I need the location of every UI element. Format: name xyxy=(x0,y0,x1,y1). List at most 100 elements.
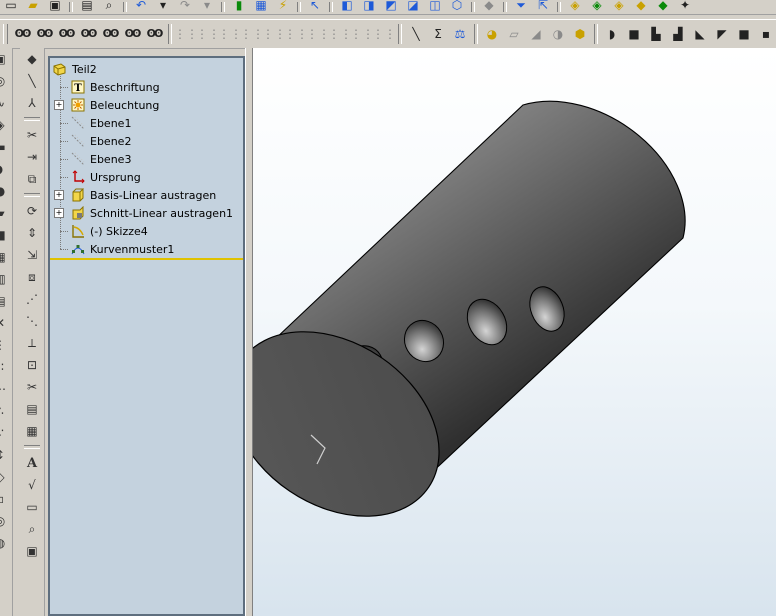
draft-icon[interactable]: ◣ xyxy=(691,25,709,43)
print-icon[interactable]: ▤ xyxy=(78,0,96,12)
view-front-icon[interactable]: ◧ xyxy=(338,0,356,12)
section-view-icon[interactable]: ◢ xyxy=(527,25,545,43)
trim-icon[interactable]: ✂ xyxy=(23,126,41,144)
align-icon[interactable]: ⋮⋮ xyxy=(372,25,396,43)
grid-icon[interactable]: ▦ xyxy=(252,0,270,12)
hole-icon[interactable]: ◤ xyxy=(713,25,731,43)
rib-feature-icon[interactable]: ▤ xyxy=(0,292,9,310)
tree-item-sketch4[interactable]: (-) Skizze4 xyxy=(70,222,148,240)
redo-icon[interactable]: ↷ xyxy=(176,0,194,12)
align-icon[interactable]: ⋮⋮ xyxy=(218,25,242,43)
shadow-icon[interactable]: ◑ xyxy=(549,25,567,43)
toolbar-grip[interactable] xyxy=(3,24,8,44)
linear-pattern-icon[interactable]: ⋰ xyxy=(23,290,41,308)
fillet-icon[interactable]: ◗ xyxy=(603,25,621,43)
tool-icon[interactable]: ▫ xyxy=(0,490,9,508)
view-right-icon[interactable]: ◪ xyxy=(404,0,422,12)
selection-filter-icon[interactable]: ⇱ xyxy=(534,0,552,12)
check-icon[interactable]: √ xyxy=(23,476,41,494)
fillet-feature-icon[interactable]: ● xyxy=(0,182,9,200)
tree-item-plane1[interactable]: Ebene1 xyxy=(70,114,131,132)
chamfer-feature-icon[interactable]: ▰ xyxy=(0,204,9,222)
tree-item-origin[interactable]: Ursprung xyxy=(70,168,141,186)
shell-icon[interactable]: ▟ xyxy=(669,25,687,43)
sum-icon[interactable]: Σ xyxy=(429,25,447,43)
line-icon[interactable]: ╲ xyxy=(23,72,41,90)
offset-icon[interactable]: ⧉ xyxy=(23,170,41,188)
appearance-icon[interactable]: ⬢ xyxy=(571,25,589,43)
mate-icon[interactable]: ʘʘ xyxy=(101,25,120,43)
zoom-icon[interactable]: ⌕ xyxy=(23,520,41,538)
tool-icon[interactable]: ◎ xyxy=(0,512,9,530)
shell-feature-icon[interactable]: ■ xyxy=(0,226,9,244)
extrude-boss-icon[interactable]: ▣ xyxy=(0,50,9,68)
tree-item-plane2[interactable]: Ebene2 xyxy=(70,132,131,150)
mate-icon[interactable]: ʘʘ xyxy=(79,25,98,43)
helix-icon[interactable]: ∷ xyxy=(0,358,9,376)
view-isometric-icon[interactable]: ⬡ xyxy=(448,0,466,12)
align-icon[interactable]: ⋮⋮ xyxy=(240,25,264,43)
chamfer-icon[interactable]: ■ xyxy=(625,25,643,43)
view-top-icon[interactable]: ◫ xyxy=(426,0,444,12)
tree-item-curve-pattern[interactable]: Kurvenmuster1 xyxy=(70,240,174,258)
new-document-icon[interactable]: ▭ xyxy=(2,0,20,12)
mass-properties-icon[interactable]: ⚖ xyxy=(451,25,469,43)
cut-revolve-icon[interactable]: ◗ xyxy=(0,160,9,178)
mate-icon[interactable]: ʘʘ xyxy=(13,25,32,43)
sketch-icon[interactable]: ◆ xyxy=(23,50,41,68)
tree-item-base-extrude[interactable]: + Basis-Linear austragen xyxy=(54,186,216,204)
rib-icon[interactable]: ▙ xyxy=(647,25,665,43)
tree-item-plane3[interactable]: Ebene3 xyxy=(70,150,131,168)
align-icon[interactable]: ⋮⋮ xyxy=(196,25,220,43)
axis-icon[interactable]: ∵ xyxy=(0,424,9,442)
save-icon[interactable]: ▣ xyxy=(46,0,64,12)
undo-icon[interactable]: ↶ xyxy=(132,0,150,12)
tree-item-lighting[interactable]: + Beleuchtung xyxy=(54,96,159,114)
mirror-icon[interactable]: ▥ xyxy=(0,270,9,288)
filter-points-icon[interactable]: ◆ xyxy=(654,0,672,12)
expand-toggle[interactable]: + xyxy=(54,100,64,110)
move-icon[interactable]: ⇕ xyxy=(23,224,41,242)
view-left-icon[interactable]: ◩ xyxy=(382,0,400,12)
extend-icon[interactable]: ⇥ xyxy=(23,148,41,166)
filter-sketch-icon[interactable]: ◆ xyxy=(632,0,650,12)
plane-view-icon[interactable]: ▱ xyxy=(505,25,523,43)
normal-to-icon[interactable]: ◆ xyxy=(480,0,498,12)
align-icon[interactable]: ⋮⋮ xyxy=(284,25,308,43)
loft-icon[interactable]: ◈ xyxy=(0,116,9,134)
scissors-icon[interactable]: ✂ xyxy=(23,378,41,396)
block-icon[interactable]: ▤ xyxy=(23,400,41,418)
feature-icon[interactable]: ▪ xyxy=(757,25,775,43)
rotate-icon[interactable]: ⟳ xyxy=(23,202,41,220)
dimension-icon[interactable]: ▭ xyxy=(23,498,41,516)
print-preview-icon[interactable]: ⌕ xyxy=(100,0,118,12)
undo-dropdown-icon[interactable]: ▾ xyxy=(154,0,172,12)
rollback-bar[interactable] xyxy=(50,258,243,260)
redo-dropdown-icon[interactable]: ▾ xyxy=(198,0,216,12)
align-icon[interactable]: ⋮⋮ xyxy=(174,25,198,43)
align-icon[interactable]: ⋮⋮ xyxy=(350,25,374,43)
filter-more-icon[interactable]: ✦ xyxy=(676,0,694,12)
tree-item-cut-extrude[interactable]: + Schnitt-Linear austragen1 xyxy=(54,204,233,222)
curve-icon[interactable]: ⋮ xyxy=(0,336,9,354)
filter-edges-icon[interactable]: ◈ xyxy=(588,0,606,12)
smart-dimension-icon[interactable]: ⚡ xyxy=(274,0,292,12)
rebuild-icon[interactable]: ▮ xyxy=(230,0,248,12)
panel-splitter[interactable] xyxy=(245,48,253,616)
tool-icon[interactable]: ◍ xyxy=(0,534,9,552)
align-icon[interactable]: ⋮⋮ xyxy=(262,25,286,43)
align-icon[interactable]: ⋮⋮ xyxy=(306,25,330,43)
model-canvas[interactable] xyxy=(253,48,776,616)
circular-pattern-icon[interactable]: ⋱ xyxy=(23,312,41,330)
dome-icon[interactable]: ✕ xyxy=(0,314,9,332)
text-icon[interactable]: A xyxy=(23,454,41,472)
filter-vertices-icon[interactable]: ◈ xyxy=(566,0,584,12)
scroll-icon[interactable]: ↕ xyxy=(0,446,9,464)
mate-icon[interactable]: ʘʘ xyxy=(35,25,54,43)
mate-icon[interactable]: ʘʘ xyxy=(57,25,76,43)
graphics-viewport[interactable] xyxy=(253,48,776,616)
tool-icon[interactable]: ◇ xyxy=(0,468,9,486)
mirror-entities-icon[interactable]: ⟂ xyxy=(23,334,41,352)
scale-icon[interactable]: ⇲ xyxy=(23,246,41,264)
reference-icon[interactable]: ∴ xyxy=(0,402,9,420)
